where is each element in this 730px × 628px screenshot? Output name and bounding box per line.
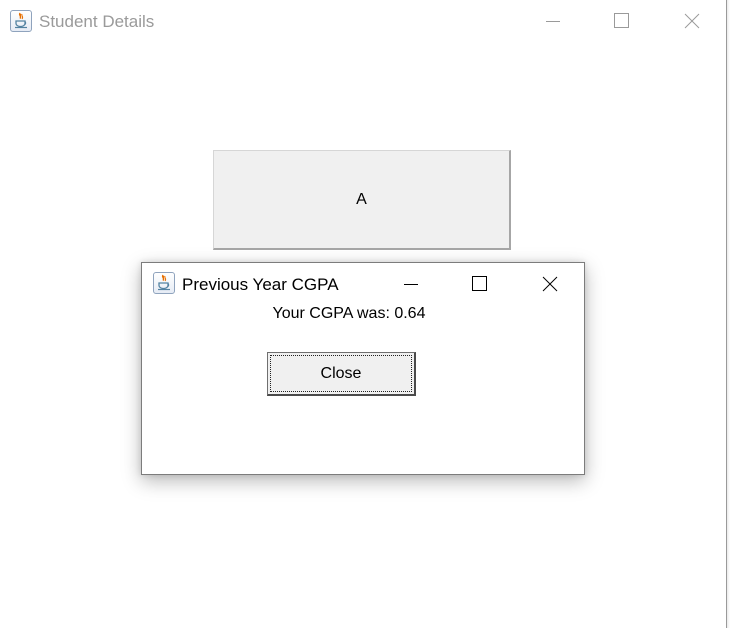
minimize-icon xyxy=(546,21,560,22)
minimize-button[interactable] xyxy=(538,8,568,34)
maximize-icon xyxy=(614,13,629,28)
main-titlebar[interactable]: Student Details xyxy=(0,0,726,44)
dialog-maximize-button[interactable] xyxy=(464,271,494,297)
maximize-icon xyxy=(472,276,487,291)
a-button[interactable]: A xyxy=(213,150,511,250)
close-icon xyxy=(684,13,700,29)
cgpa-dialog: Previous Year CGPA Your CGPA was: 0.64 C… xyxy=(141,262,585,475)
minimize-icon xyxy=(404,284,418,285)
close-button[interactable]: Close xyxy=(267,352,416,396)
window-title: Student Details xyxy=(39,12,155,31)
dialog-title: Previous Year CGPA xyxy=(182,275,339,294)
close-window-button[interactable] xyxy=(677,8,707,34)
maximize-button[interactable] xyxy=(606,8,636,34)
dialog-minimize-button[interactable] xyxy=(396,271,426,297)
close-button-label: Close xyxy=(320,364,362,382)
java-coffee-cup-icon xyxy=(10,10,32,32)
cgpa-message: Your CGPA was: 0.64 xyxy=(272,305,426,322)
close-icon xyxy=(542,276,558,292)
java-coffee-cup-icon xyxy=(153,272,175,294)
dialog-close-window-button[interactable] xyxy=(535,271,565,297)
